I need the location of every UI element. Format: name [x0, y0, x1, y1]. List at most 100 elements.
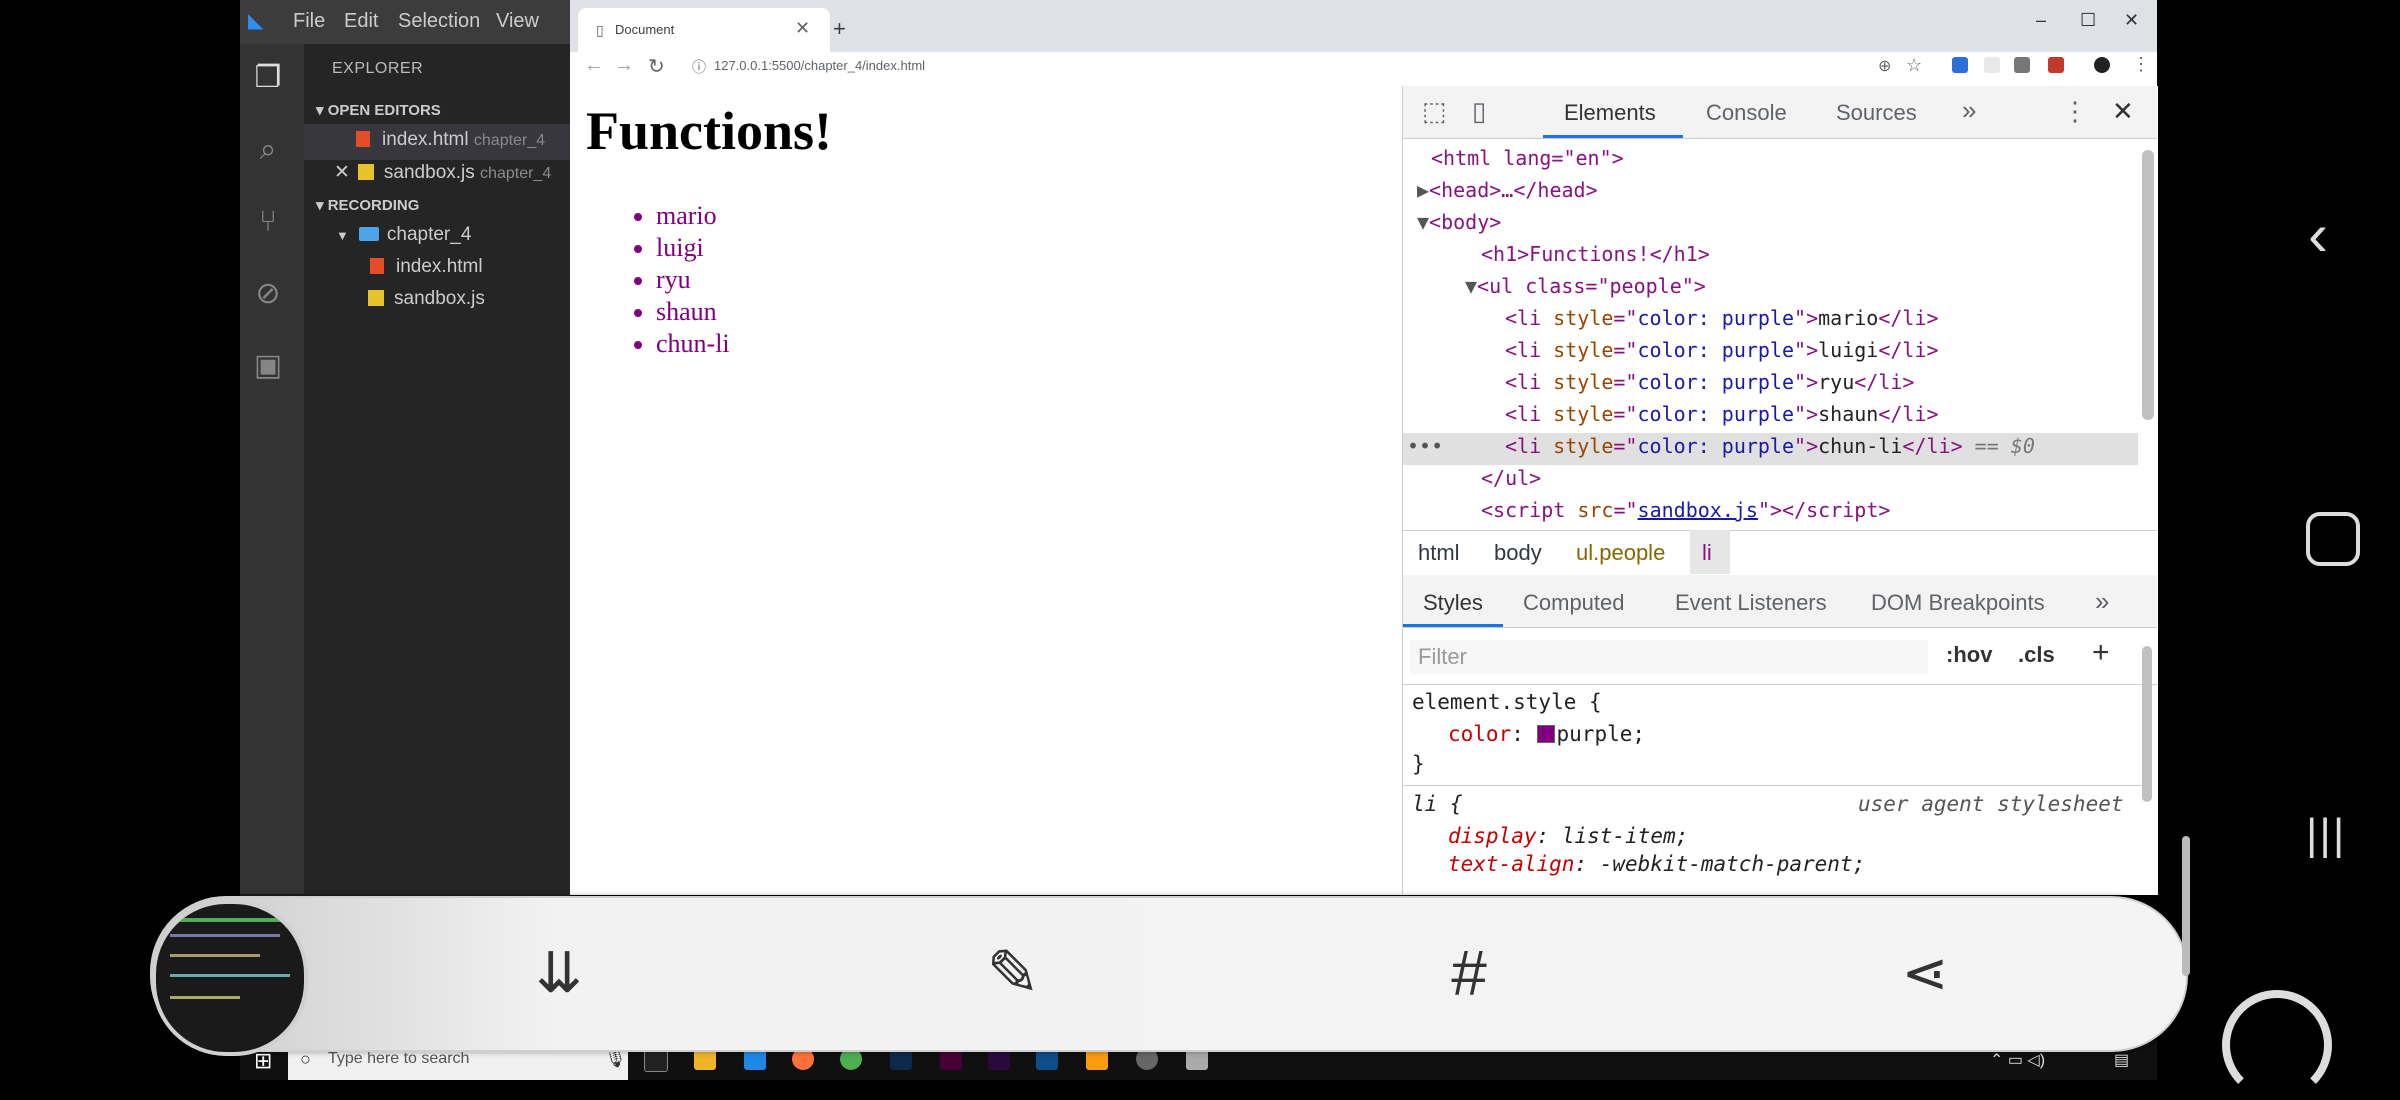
devtools-close-icon[interactable]: ✕ [2112, 96, 2134, 127]
dom-head-node[interactable]: ▶<head>…</head> [1417, 178, 1598, 202]
ellipsis-icon[interactable]: ••• [1407, 434, 1443, 458]
extension-icon[interactable] [1952, 57, 1968, 73]
floating-assistant-icon[interactable] [2222, 990, 2332, 1100]
recording-header[interactable]: ▾ RECORDING [316, 196, 419, 214]
hashtag-icon[interactable]: # [1424, 928, 1514, 1018]
hov-toggle[interactable]: :hov [1946, 642, 1992, 668]
file-sandbox-js[interactable]: sandbox.js [368, 288, 485, 310]
inspect-element-icon[interactable]: ⬚ [1422, 96, 1447, 127]
tab-computed[interactable]: Computed [1523, 590, 1625, 616]
collapse-arrow-icon[interactable]: ▼ [1417, 210, 1429, 234]
extension-icon[interactable] [1984, 57, 2000, 73]
color-declaration[interactable]: color: purple; [1448, 722, 1645, 746]
extension-icon[interactable] [2014, 57, 2030, 73]
android-back-icon[interactable]: ‹ [2308, 200, 2328, 269]
page-heading: Functions! [586, 101, 833, 161]
open-editor-sandbox-js[interactable]: ✕ sandbox.js chapter_4 [334, 161, 551, 184]
tab-event-listeners[interactable]: Event Listeners [1675, 590, 1827, 616]
dom-li-node[interactable]: <li style="color: purple">ryu</li> [1505, 370, 1914, 394]
tab-console[interactable]: Console [1706, 100, 1787, 126]
android-home-icon[interactable] [2306, 512, 2360, 566]
tab-sources[interactable]: Sources [1836, 100, 1917, 126]
open-editor-index-html[interactable]: index.html chapter_4 [356, 129, 545, 151]
more-tabs-icon[interactable]: » [1962, 95, 1976, 126]
styles-filter-input[interactable]: Filter [1410, 640, 1928, 674]
dom-li-node-selected[interactable]: <li style="color: purple">chun-li</li> =… [1505, 434, 2035, 458]
tab-styles[interactable]: Styles [1423, 590, 1483, 616]
chevron-down-icon: ▼ [336, 228, 349, 243]
tab-elements[interactable]: Elements [1564, 100, 1656, 126]
close-icon[interactable]: ✕ [334, 162, 350, 183]
styles-scrollbar[interactable] [2142, 646, 2152, 802]
android-recents-icon[interactable]: ||| [2306, 810, 2346, 860]
tab-close-icon[interactable]: ✕ [795, 18, 810, 39]
list-item: ryu [656, 264, 730, 296]
js-file-icon [357, 164, 374, 180]
dom-li-node[interactable]: <li style="color: purple">mario</li> [1505, 306, 1939, 330]
pdf-extension-icon[interactable] [2048, 57, 2064, 73]
dom-script-node[interactable]: <script src="sandbox.js"></script> [1481, 498, 1890, 522]
forward-button[interactable]: → [614, 54, 634, 77]
rule-close: } [1412, 752, 1425, 776]
menu-edit[interactable]: Edit [344, 10, 378, 33]
minimize-button[interactable]: – [2036, 10, 2046, 31]
window-close-button[interactable]: ✕ [2124, 10, 2139, 31]
search-icon[interactable]: ⌕ [248, 130, 288, 170]
script-src-link[interactable]: sandbox.js [1638, 498, 1758, 522]
list-item: luigi [656, 232, 730, 264]
source-control-icon[interactable]: ⑂ [248, 202, 288, 242]
more-subtabs-icon[interactable]: » [2095, 586, 2109, 617]
file-index-html[interactable]: index.html [370, 256, 483, 278]
dom-body-node[interactable]: ▼<body> [1417, 210, 1501, 234]
dom-html-node[interactable]: <html lang="en"> [1431, 146, 1624, 170]
info-icon[interactable]: ⓘ [692, 57, 706, 77]
li-rule-selector: li { [1412, 792, 1463, 816]
edit-crop-icon[interactable]: ✎ [968, 928, 1058, 1018]
maximize-button[interactable]: ☐ [2080, 10, 2096, 31]
dom-li-node[interactable]: <li style="color: purple">shaun</li> [1505, 402, 1939, 426]
explorer-icon[interactable]: ❐ [248, 58, 288, 98]
device-toolbar-icon[interactable]: ▯ [1472, 96, 1486, 127]
scroll-capture-icon[interactable]: ⇊ [514, 928, 604, 1018]
notification-icon[interactable]: ▤ [2114, 1050, 2129, 1070]
tab-title: Document [615, 22, 675, 37]
list-item: shaun [656, 296, 730, 328]
kebab-menu-icon[interactable]: ⋮ [2132, 54, 2150, 75]
list-item: chun-li [656, 328, 730, 360]
back-button[interactable]: ← [584, 54, 604, 77]
share-icon[interactable]: ⋖ [1880, 928, 1970, 1018]
breadcrumb-html[interactable]: html [1418, 540, 1460, 566]
reload-button[interactable]: ↻ [648, 54, 665, 79]
menu-view[interactable]: View [496, 10, 539, 33]
bookmark-star-icon[interactable]: ☆ [1906, 55, 1922, 76]
menu-selection[interactable]: Selection [398, 10, 480, 33]
tab-dom-breakpoints[interactable]: DOM Breakpoints [1871, 590, 2045, 616]
dom-scrollbar[interactable] [2142, 150, 2154, 420]
breadcrumb-li[interactable]: li [1702, 540, 1712, 566]
open-editors-header[interactable]: ▾ OPEN EDITORS [316, 101, 441, 119]
system-tray-icons[interactable]: ⌃ ▭ ◁) [1990, 1050, 2045, 1070]
dom-ul-close[interactable]: </ul> [1481, 466, 1541, 490]
expand-arrow-icon[interactable]: ▶ [1417, 178, 1429, 202]
taskbar-search-placeholder: Type here to search [328, 1050, 470, 1067]
breadcrumb-body[interactable]: body [1494, 540, 1542, 566]
dom-h1-node[interactable]: <h1>Functions!</h1> [1481, 242, 1710, 266]
menu-file[interactable]: File [293, 10, 325, 33]
folder-chapter-4[interactable]: ▼ chapter_4 [336, 224, 471, 246]
user-agent-label: user agent stylesheet [1858, 792, 2124, 816]
extensions-icon[interactable]: ▣ [248, 346, 288, 386]
debug-icon[interactable]: ⊘ [248, 274, 288, 314]
profile-avatar[interactable] [2094, 57, 2110, 73]
dom-ul-node[interactable]: ▼<ul class="people"> [1465, 274, 1706, 298]
collapse-arrow-icon[interactable]: ▼ [1465, 274, 1477, 298]
devtools-menu-icon[interactable]: ⋮ [2062, 96, 2088, 127]
new-style-rule-icon[interactable]: + [2092, 636, 2110, 670]
zoom-icon[interactable]: ⊕ [1878, 56, 1891, 76]
screenshot-thumbnail[interactable] [152, 900, 308, 1056]
new-tab-button[interactable]: + [833, 16, 846, 42]
breadcrumb-ul-people[interactable]: ul.people [1576, 540, 1665, 566]
dom-li-node[interactable]: <li style="color: purple">luigi</li> [1505, 338, 1939, 362]
cls-toggle[interactable]: .cls [2018, 642, 2055, 668]
edge-handle[interactable] [2182, 836, 2190, 976]
color-swatch[interactable] [1536, 725, 1555, 743]
